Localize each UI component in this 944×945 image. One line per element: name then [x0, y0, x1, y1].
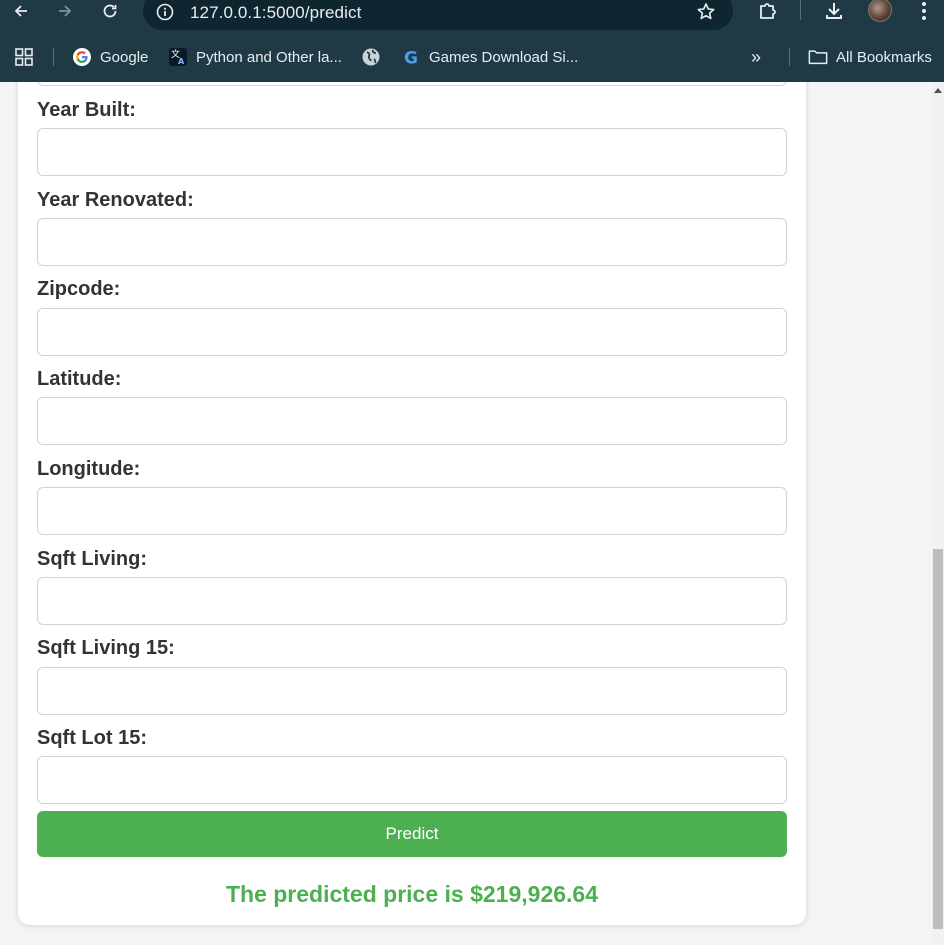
globe-icon — [361, 47, 381, 67]
forward-icon — [59, 5, 72, 17]
sqft-living-15-input[interactable] — [37, 667, 787, 715]
year-built-input[interactable] — [37, 128, 787, 176]
back-icon — [14, 5, 27, 17]
svg-text:A: A — [178, 57, 185, 66]
bookmark-star-icon[interactable] — [695, 1, 717, 23]
reload-icon — [103, 4, 117, 18]
extensions-button[interactable] — [755, 0, 781, 22]
sqft-living-label: Sqft Living: — [37, 548, 147, 570]
year-renovated-input[interactable] — [37, 218, 787, 266]
reload-button[interactable] — [97, 0, 123, 22]
latitude-input[interactable] — [37, 397, 787, 445]
sqft-living-15-label: Sqft Living 15: — [37, 637, 175, 659]
site-info-icon[interactable] — [155, 2, 175, 22]
scroll-up-arrow-icon[interactable] — [934, 88, 942, 93]
forward-button[interactable] — [52, 0, 78, 22]
longitude-label: Longitude: — [37, 458, 141, 480]
bookmark-google[interactable]: Google — [72, 44, 148, 70]
all-bookmarks-label: All Bookmarks — [836, 48, 932, 66]
bookmarks-overflow-button[interactable]: » — [751, 44, 761, 70]
scrollbar-thumb[interactable] — [933, 549, 943, 929]
bookmark-label: Python and Other la... — [196, 48, 342, 66]
extensions-icon — [760, 3, 776, 19]
menu-button[interactable] — [911, 0, 937, 22]
translate-icon: 文A — [168, 47, 188, 67]
longitude-input[interactable] — [37, 487, 787, 535]
svg-text:G: G — [404, 49, 418, 68]
downloads-button[interactable] — [821, 0, 847, 22]
page-scrollbar[interactable] — [932, 82, 944, 945]
form-input-previous[interactable] — [37, 82, 787, 86]
back-button[interactable] — [8, 0, 34, 22]
bookmarks-divider — [789, 48, 790, 66]
predict-button[interactable]: Predict — [37, 811, 787, 857]
menu-icon — [922, 2, 926, 20]
bookmarks-bar: Google 文A Python and Other la... G Games… — [0, 38, 944, 78]
prediction-form-card: Year Built: Year Renovated: Zipcode: Lat… — [18, 82, 806, 925]
address-bar[interactable]: 127.0.0.1:5000/predict — [143, 0, 733, 30]
year-built-label: Year Built: — [37, 99, 136, 121]
sqft-living-input[interactable] — [37, 577, 787, 625]
browser-toolbar: 127.0.0.1:5000/predict — [0, 0, 944, 30]
google-icon: G — [401, 47, 421, 67]
bookmark-globe[interactable] — [361, 44, 389, 70]
profile-avatar[interactable] — [868, 0, 892, 22]
chevron-double-right-icon: » — [751, 46, 762, 67]
bookmarks-divider — [53, 48, 54, 66]
download-icon — [826, 3, 842, 19]
page-viewport: Year Built: Year Renovated: Zipcode: Lat… — [0, 82, 932, 945]
bookmark-label: Games Download Si... — [429, 48, 579, 66]
predicted-price-result: The predicted price is $219,926.64 — [225, 881, 599, 907]
zipcode-input[interactable] — [37, 308, 787, 356]
bookmark-games[interactable]: G Games Download Si... — [401, 44, 578, 70]
bookmark-label: Google — [100, 48, 149, 66]
browser-chrome: 127.0.0.1:5000/predict Google 文 A Python… — [0, 0, 944, 82]
sqft-lot-15-input[interactable] — [37, 756, 787, 804]
url-text: 127.0.0.1:5000/predict — [190, 3, 362, 22]
folder-icon — [808, 47, 828, 67]
zipcode-label: Zipcode: — [37, 278, 121, 300]
latitude-label: Latitude: — [37, 368, 122, 390]
sqft-lot-15-label: Sqft Lot 15: — [37, 727, 147, 749]
bookmark-python[interactable]: 文A Python and Other la... — [168, 44, 342, 70]
year-renovated-label: Year Renovated: — [37, 189, 194, 211]
apps-button[interactable] — [14, 44, 34, 70]
all-bookmarks-button[interactable]: All Bookmarks — [808, 44, 932, 70]
toolbar-divider — [800, 0, 801, 20]
google-icon — [72, 47, 92, 67]
apps-icon — [15, 48, 33, 66]
